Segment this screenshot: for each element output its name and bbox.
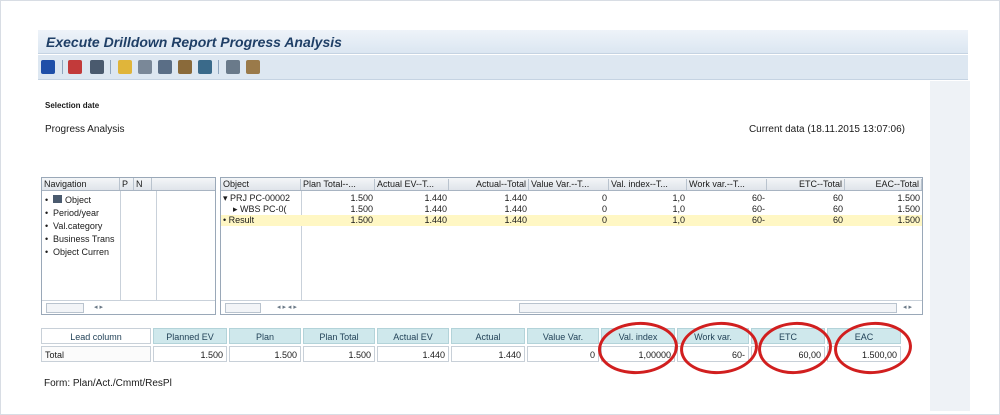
- export-icon[interactable]: [158, 60, 172, 74]
- row-object: • Result: [223, 215, 255, 225]
- report-header: Selection date Progress Analysis Current…: [38, 88, 923, 174]
- kf-value: 1.440: [377, 346, 449, 362]
- drilldown-grid: Object Plan Total--... Actual EV--T... A…: [220, 177, 923, 315]
- cell: 60-: [751, 204, 765, 214]
- title-bar: Execute Drilldown Report Progress Analys…: [38, 30, 968, 54]
- kf-header[interactable]: Actual EV: [377, 328, 449, 344]
- toolbar-separator: [218, 60, 219, 74]
- kf-header[interactable]: Plan: [229, 328, 301, 344]
- kf-header[interactable]: Actual: [451, 328, 525, 344]
- cell: 60-: [751, 193, 765, 203]
- grid-header-row: Object Plan Total--... Actual EV--T... A…: [221, 178, 922, 191]
- calendar-icon[interactable]: [68, 60, 82, 74]
- col-value-var[interactable]: Value Var.--T...: [529, 179, 609, 190]
- info-icon[interactable]: [41, 60, 55, 74]
- kf-value: 1.500: [153, 346, 227, 362]
- kf-value: 0: [527, 346, 599, 362]
- horizontal-scrollbar[interactable]: [46, 303, 84, 313]
- table-row[interactable]: ▸ WBS PC-0( 1.500 1.440 1.440 0 1,0 60- …: [221, 204, 922, 215]
- cell: 1.440: [504, 193, 527, 203]
- cell: 0: [601, 215, 607, 225]
- toolbar-separator: [62, 60, 63, 74]
- horizontal-scrollbar[interactable]: [519, 303, 897, 313]
- cell: 60: [832, 193, 843, 203]
- form-label: Form: Plan/Act./Cmmt/ResPl: [44, 378, 172, 389]
- col-eac[interactable]: EAC--Total: [845, 179, 922, 190]
- nav-item-business-trans[interactable]: • Business Trans: [45, 234, 115, 244]
- columns-icon[interactable]: [138, 60, 152, 74]
- horizontal-scrollbar[interactable]: [225, 303, 261, 313]
- cell: 1.500: [350, 215, 373, 225]
- cell: 1.440: [504, 215, 527, 225]
- kf-value: 1.500: [303, 346, 375, 362]
- page-title: Execute Drilldown Report Progress Analys…: [46, 34, 342, 50]
- notes-icon[interactable]: [246, 60, 260, 74]
- nav-col-p[interactable]: P: [120, 178, 134, 190]
- cell: 1.500: [897, 215, 920, 225]
- col-object[interactable]: Object: [221, 179, 301, 190]
- cell: 1.500: [897, 204, 920, 214]
- nav-col-n[interactable]: N: [134, 178, 152, 190]
- report-name: Progress Analysis: [45, 124, 125, 135]
- cell: 1.440: [424, 204, 447, 214]
- edit-icon[interactable]: [178, 60, 192, 74]
- side-strip: [930, 81, 970, 411]
- scroll-arrows-icon[interactable]: ◂ ▸ ◂ ▸: [277, 303, 297, 311]
- nav-item-object-currency[interactable]: • Object Curren: [45, 247, 109, 257]
- nav-item-period[interactable]: • Period/year: [45, 208, 99, 218]
- nav-col-navigation[interactable]: Navigation: [42, 178, 120, 190]
- current-data-timestamp: Current data (18.11.2015 13:07:06): [748, 124, 905, 135]
- col-actual-ev[interactable]: Actual EV--T...: [375, 179, 449, 190]
- toolbar-separator: [110, 60, 111, 74]
- kf-header[interactable]: Planned EV: [153, 328, 227, 344]
- cell: 1.500: [350, 204, 373, 214]
- col-work-var[interactable]: Work var.--T...: [687, 179, 767, 190]
- cell: 1,0: [672, 193, 685, 203]
- cell: 60: [832, 204, 843, 214]
- application-toolbar: [38, 55, 968, 80]
- table-row[interactable]: ▾ PRJ PC-00002 1.500 1.440 1.440 0 1,0 6…: [221, 193, 922, 204]
- nav-item-object[interactable]: • Object: [45, 195, 91, 205]
- nav-scroll-area: ◂ ▸: [42, 300, 215, 314]
- navigation-list: • Object • Period/year • Val.category • Busi…: [42, 191, 215, 301]
- cell: 1.440: [424, 193, 447, 203]
- scroll-arrows-icon[interactable]: ◂ ▸: [94, 303, 103, 311]
- cell: 1,0: [672, 204, 685, 214]
- kf-value: 1.500: [229, 346, 301, 362]
- cell: 1.440: [424, 215, 447, 225]
- divider: [120, 191, 121, 301]
- navigation-panel: Navigation P N • Object • Period/year • Val…: [41, 177, 216, 315]
- nav-item-valcategory[interactable]: • Val.category: [45, 221, 102, 231]
- hierarchy-icon[interactable]: [90, 60, 104, 74]
- selection-date-label: Selection date: [45, 101, 100, 110]
- col-etc[interactable]: ETC--Total: [767, 179, 845, 190]
- layout-icon[interactable]: [118, 60, 132, 74]
- kf-value-lead: Total: [41, 346, 151, 362]
- row-object: ▾ PRJ PC-00002: [223, 193, 291, 203]
- cell: 60: [832, 215, 843, 225]
- col-actual-total[interactable]: Actual--Total: [449, 179, 529, 190]
- divider: [156, 191, 157, 301]
- cell: 0: [601, 193, 607, 203]
- print-preview-icon[interactable]: [226, 60, 240, 74]
- result-row[interactable]: • Result 1.500 1.440 1.440 0 1,0 60- 60 …: [221, 215, 922, 226]
- cell: 1.500: [897, 193, 920, 203]
- kf-header-lead[interactable]: Lead column: [41, 328, 151, 344]
- cell: 1.500: [350, 193, 373, 203]
- navigation-header: Navigation P N: [42, 178, 215, 191]
- sort-icon[interactable]: [198, 60, 212, 74]
- kf-value: 1.440: [451, 346, 525, 362]
- hierarchy-icon: [53, 195, 62, 203]
- col-val-index[interactable]: Val. index--T...: [609, 179, 687, 190]
- kf-header[interactable]: Value Var.: [527, 328, 599, 344]
- cell: 1,0: [672, 215, 685, 225]
- grid-scroll-area: ◂ ▸ ◂ ▸ ◂ ▸: [221, 300, 922, 314]
- cell: 0: [601, 204, 607, 214]
- scroll-arrows-icon[interactable]: ◂ ▸: [903, 303, 912, 311]
- cell: 1.440: [504, 204, 527, 214]
- row-object: ▸ WBS PC-0(: [233, 204, 287, 214]
- col-plan-total[interactable]: Plan Total--...: [301, 179, 375, 190]
- cell: 60-: [751, 215, 765, 225]
- kf-header[interactable]: Plan Total: [303, 328, 375, 344]
